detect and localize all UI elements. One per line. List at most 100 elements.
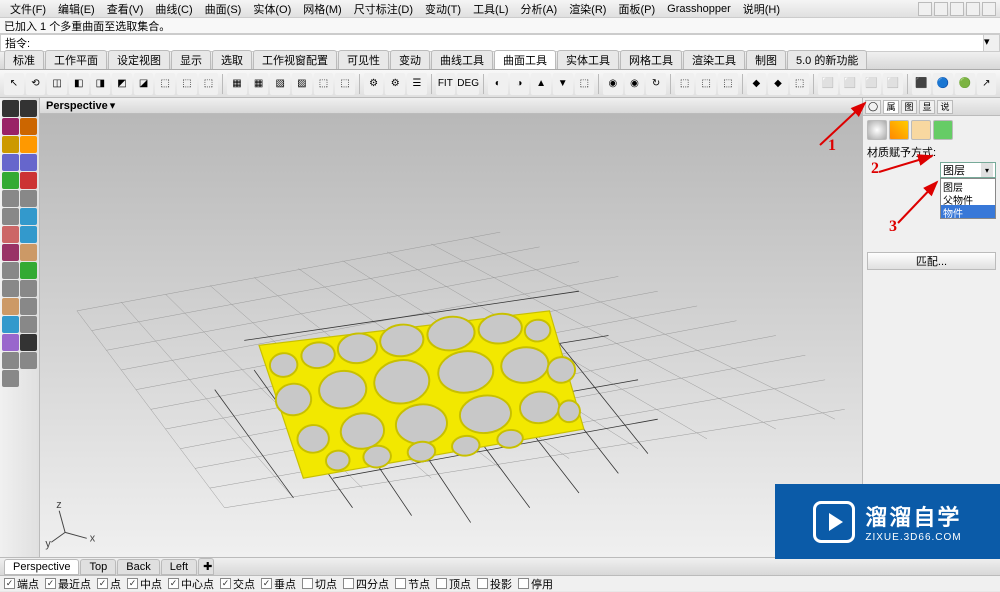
menu-item[interactable]: 查看(V) — [101, 0, 150, 18]
toolbar-button[interactable]: ◪ — [134, 73, 154, 95]
toolbar-button[interactable]: ◩ — [112, 73, 132, 95]
toolbar-button[interactable]: ⬚ — [177, 73, 197, 95]
osnap-toggle[interactable]: 垂点 — [261, 576, 296, 592]
osnap-toggle[interactable]: 切点 — [302, 576, 337, 592]
side-tool[interactable] — [20, 298, 37, 315]
panel-tab[interactable]: ◯ — [865, 100, 881, 114]
osnap-toggle[interactable]: 顶点 — [436, 576, 471, 592]
side-tool[interactable] — [2, 370, 19, 387]
side-tool[interactable] — [20, 154, 37, 171]
panel-tab[interactable]: 图 — [901, 100, 917, 114]
side-tool[interactable] — [2, 154, 19, 171]
menu-item[interactable]: 面板(P) — [612, 0, 661, 18]
side-tool[interactable] — [2, 262, 19, 279]
window-control[interactable] — [966, 2, 980, 16]
toolbar-button[interactable]: ⟲ — [26, 73, 46, 95]
toolbar-button[interactable]: ◉ — [625, 73, 645, 95]
menu-item[interactable]: Grasshopper — [661, 2, 737, 16]
toolbar-button[interactable]: ◐ — [488, 73, 508, 95]
toolbar-button[interactable]: ⬛ — [912, 73, 932, 95]
side-tool[interactable] — [20, 244, 37, 261]
toolbar-button[interactable]: ◨ — [91, 73, 111, 95]
osnap-toggle[interactable]: 交点 — [220, 576, 255, 592]
side-tool[interactable] — [20, 136, 37, 153]
osnap-toggle[interactable]: 中心点 — [168, 576, 214, 592]
osnap-toggle[interactable]: 最近点 — [45, 576, 91, 592]
object-properties-icon[interactable] — [867, 120, 887, 140]
osnap-toggle[interactable]: 节点 — [395, 576, 430, 592]
tool-tab[interactable]: 工作视窗配置 — [253, 50, 337, 69]
osnap-toggle[interactable]: 四分点 — [343, 576, 389, 592]
window-control[interactable] — [934, 2, 948, 16]
panel-tab[interactable]: 显 — [919, 100, 935, 114]
side-tool[interactable] — [2, 316, 19, 333]
side-tool[interactable] — [20, 172, 37, 189]
toolbar-button[interactable]: ◫ — [47, 73, 67, 95]
toolbar-button[interactable]: ◧ — [69, 73, 89, 95]
toolbar-button[interactable]: ⚙ — [385, 73, 405, 95]
side-tool[interactable] — [2, 190, 19, 207]
panel-tab[interactable]: 属 — [883, 100, 899, 114]
osnap-toggle[interactable]: 端点 — [4, 576, 39, 592]
window-control[interactable] — [982, 2, 996, 16]
toolbar-button[interactable]: ⬚ — [335, 73, 355, 95]
material-assign-select[interactable]: 图层 ▾ 图层父物件物件 — [940, 162, 996, 178]
osnap-toggle[interactable]: 中点 — [127, 576, 162, 592]
tool-tab[interactable]: 选取 — [212, 50, 252, 69]
tool-tab[interactable]: 显示 — [171, 50, 211, 69]
tool-tab[interactable]: 实体工具 — [557, 50, 619, 69]
tool-tab[interactable]: 工作平面 — [45, 50, 107, 69]
add-viewport-tab[interactable]: ✚ — [198, 558, 214, 575]
panel-tab[interactable]: 说 — [937, 100, 953, 114]
side-tool[interactable] — [20, 262, 37, 279]
toolbar-button[interactable]: ⬚ — [314, 73, 334, 95]
menu-item[interactable]: 文件(F) — [4, 0, 52, 18]
toolbar-button[interactable]: ⬜ — [840, 73, 860, 95]
tool-tab[interactable]: 可见性 — [338, 50, 389, 69]
menu-item[interactable]: 曲面(S) — [199, 0, 248, 18]
menu-item[interactable]: 实体(O) — [247, 0, 297, 18]
side-tool[interactable] — [20, 100, 37, 117]
side-tool[interactable] — [2, 352, 19, 369]
side-tool[interactable] — [2, 136, 19, 153]
toolbar-button[interactable]: ⬜ — [818, 73, 838, 95]
viewport-3d[interactable]: x z y — [40, 114, 862, 557]
toolbar-button[interactable]: ⬚ — [696, 73, 716, 95]
toolbar-button[interactable]: ↗ — [977, 73, 997, 95]
tool-tab[interactable]: 变动 — [390, 50, 430, 69]
tool-tab[interactable]: 曲线工具 — [431, 50, 493, 69]
menu-item[interactable]: 变动(T) — [419, 0, 467, 18]
side-tool[interactable] — [20, 226, 37, 243]
side-tool[interactable] — [20, 208, 37, 225]
side-tool[interactable] — [20, 190, 37, 207]
side-tool[interactable] — [2, 226, 19, 243]
window-control[interactable] — [918, 2, 932, 16]
toolbar-button[interactable]: ▦ — [249, 73, 269, 95]
tool-tab[interactable]: 曲面工具 — [494, 50, 556, 69]
toolbar-button[interactable]: ▧ — [270, 73, 290, 95]
toolbar-button[interactable]: ▼ — [553, 73, 573, 95]
toolbar-button[interactable]: ⬚ — [155, 73, 175, 95]
menu-item[interactable]: 尺寸标注(D) — [348, 0, 419, 18]
side-tool[interactable] — [20, 280, 37, 297]
toolbar-button[interactable]: FIT — [436, 73, 456, 95]
side-tool[interactable] — [2, 118, 19, 135]
toolbar-button[interactable]: ↻ — [646, 73, 666, 95]
menu-item[interactable]: 说明(H) — [737, 0, 786, 18]
toolbar-button[interactable]: ▲ — [531, 73, 551, 95]
toolbar-button[interactable]: ◑ — [510, 73, 530, 95]
command-history-toggle[interactable]: ▾ — [983, 35, 999, 51]
side-tool[interactable] — [2, 298, 19, 315]
menu-item[interactable]: 渲染(R) — [563, 0, 612, 18]
toolbar-button[interactable]: ◆ — [768, 73, 788, 95]
toolbar-button[interactable]: ◆ — [747, 73, 767, 95]
side-tool[interactable] — [20, 316, 37, 333]
menu-item[interactable]: 分析(A) — [515, 0, 564, 18]
toolbar-button[interactable]: ⬜ — [883, 73, 903, 95]
menu-item[interactable]: 编辑(E) — [52, 0, 101, 18]
dropdown-option[interactable]: 父物件 — [941, 192, 995, 205]
tool-tab[interactable]: 设定视图 — [108, 50, 170, 69]
toolbar-button[interactable]: ⬚ — [575, 73, 595, 95]
toolbar-button[interactable]: ↖ — [4, 73, 24, 95]
side-tool[interactable] — [20, 334, 37, 351]
